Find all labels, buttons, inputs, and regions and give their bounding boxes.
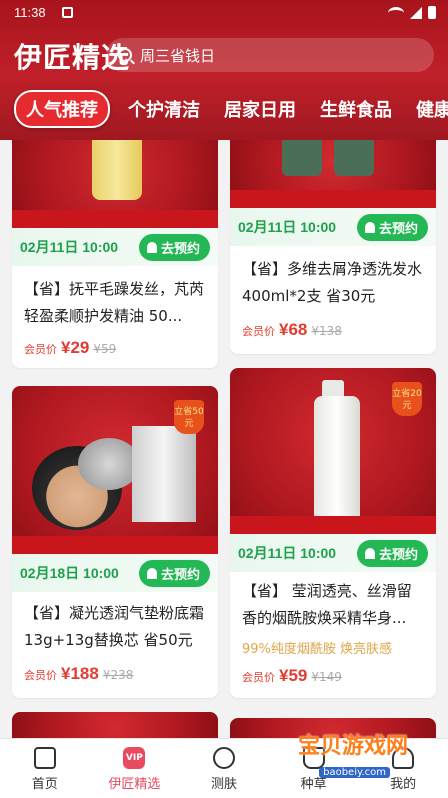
product-card[interactable] [12,712,218,738]
member-price-label: 会员价 [242,325,275,338]
original-price: ¥59 [93,342,117,356]
nav-label: 我的 [390,777,417,792]
start-time: 02月18日 10:00 [20,565,119,581]
tab-personal-care[interactable]: 个护清洁 [128,96,200,122]
price: ¥68 [279,320,308,339]
product-image [230,140,436,208]
tab-popular[interactable]: 人气推荐 [14,90,110,128]
bell-icon [364,221,375,233]
tab-household[interactable]: 居家日用 [224,96,296,122]
signal-icon [410,6,422,19]
shampoo-bottle [334,140,374,176]
reserve-button[interactable]: 去预约 [356,213,428,241]
reserve-label: 去预约 [378,547,418,563]
search-bar[interactable]: 周三省钱日 [106,38,434,72]
nav-label: 种草 [300,777,327,792]
status-indicators [388,6,436,19]
member-price-label: 会员价 [24,343,57,356]
price-row: 会员价 ¥188 ¥238 [24,664,133,684]
watermark-url: baobeiy.com [319,767,390,778]
product-title: 【省】多维去屑净透洗发水400ml*2支 省30元 [242,260,423,305]
podium [12,210,218,228]
start-time: 02月11日 10:00 [238,219,337,235]
reserve-label: 去预约 [160,241,200,257]
nav-home[interactable]: 首页 [0,739,90,798]
reserve-button[interactable]: 去预约 [138,233,210,261]
time-bar: 02月11日 10:00 去预约 [230,534,436,572]
podium [12,536,218,554]
member-price-label: 会员价 [24,669,57,682]
wifi-icon [388,6,404,19]
product-card[interactable]: 02月11日 10:00 去预约 【省】抚平毛躁发丝，芃芮轻盈柔顺护发精油 50… [12,140,218,368]
member-price-label: 会员价 [242,671,275,684]
nav-skin-test[interactable]: 测肤 [179,739,269,798]
nav-label: 伊匠精选 [108,777,161,792]
original-price: ¥238 [102,668,134,682]
category-tabs: 人气推荐 个护清洁 居家日用 生鲜食品 健康 [0,86,448,132]
price: ¥29 [61,338,90,357]
tab-fresh-food[interactable]: 生鲜食品 [320,96,392,122]
product-title: 【省】凝光透润气垫粉底霜13g+13g替换芯 省50元 [24,604,205,649]
product-image: 立省20元 [230,368,436,534]
nav-label: 首页 [31,777,58,792]
price: ¥59 [279,666,308,685]
home-icon [33,747,56,769]
price-row: 会员价 ¥59 ¥149 [242,666,342,686]
product-title: 【省】抚平毛躁发丝，芃芮轻盈柔顺护发精油 50... [24,280,205,325]
podium [230,516,436,534]
battery-icon [428,6,436,19]
cushion-box [132,426,196,522]
reserve-button[interactable]: 去预约 [356,539,428,567]
product-title: 【省】 莹润透亮、丝滑留香的烟酰胺焕采精华身... [242,582,412,627]
time-bar: 02月11日 10:00 去预约 [230,208,436,246]
face-icon [212,747,235,769]
start-time: 02月11日 10:00 [238,545,337,561]
tab-health[interactable]: 健康 [416,96,448,122]
serum-bottle [314,396,360,526]
status-bar: 11:38 [0,0,448,28]
product-card[interactable]: 立省50元 02月18日 10:00 去预约 【省】凝光透润气垫粉底霜13g+1… [12,386,218,698]
price: ¥188 [61,664,99,683]
vip-icon: VIP [123,747,146,769]
header-background: 11:38 伊匠精选 周三省钱日 人气推荐 个护清洁 居家日用 生鲜食品 健康 [0,0,448,140]
discount-badge: 立省20元 [392,382,422,416]
status-time: 11:38 [14,5,46,20]
cushion-lid [78,438,140,490]
product-feed: 02月11日 10:00 去预约 【省】抚平毛躁发丝，芃芮轻盈柔顺护发精油 50… [0,140,448,738]
discount-badge: 立省50元 [174,400,204,434]
search-placeholder: 周三省钱日 [140,46,216,65]
bell-icon [146,567,157,579]
notification-icon [62,7,73,18]
nav-selection[interactable]: VIP 伊匠精选 [90,739,180,798]
reserve-button[interactable]: 去预约 [138,559,210,587]
time-bar: 02月18日 10:00 去预约 [12,554,218,592]
product-image [12,712,218,738]
bell-icon [364,547,375,559]
product-card[interactable]: 02月11日 10:00 去预约 【省】多维去屑净透洗发水400ml*2支 省3… [230,140,436,354]
search-icon [118,48,132,62]
product-image: 立省50元 [12,386,218,554]
product-card[interactable]: 立省20元 02月11日 10:00 去预约 【省】 莹润透亮、丝滑留香的烟酰胺… [230,368,436,698]
price-row: 会员价 ¥29 ¥59 [24,338,116,358]
time-bar: 02月11日 10:00 去预约 [12,228,218,266]
reserve-label: 去预约 [160,567,200,583]
reserve-label: 去预约 [378,221,418,237]
start-time: 02月11日 10:00 [20,239,119,255]
bell-icon [146,241,157,253]
shampoo-bottle [282,140,322,176]
original-price: ¥149 [311,670,342,684]
watermark-text: 宝贝游戏网 [297,734,408,759]
original-price: ¥138 [311,324,342,338]
hair-oil-bottle [92,140,142,200]
nav-label: 测肤 [210,777,237,792]
product-tagline: 99%纯度烟酰胺 焕亮肤感 [242,642,393,657]
price-row: 会员价 ¥68 ¥138 [242,320,342,340]
podium [230,190,436,208]
product-image [12,140,218,228]
